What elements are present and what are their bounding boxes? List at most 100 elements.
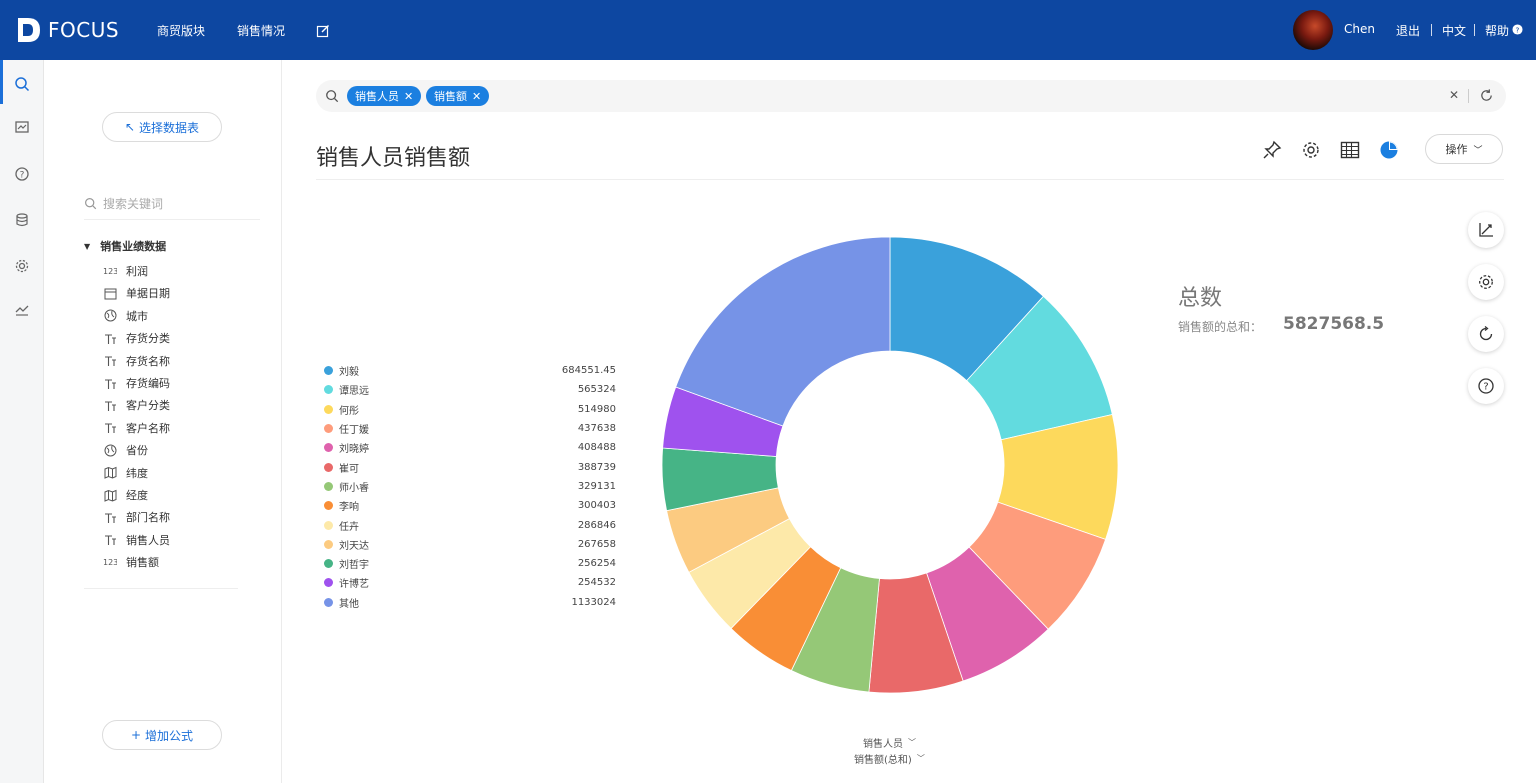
legend-item[interactable]: 刘哲宇 256254 bbox=[324, 554, 624, 573]
summary-title: 总数 bbox=[1178, 286, 1223, 311]
field-item[interactable]: 部门名称 bbox=[102, 507, 170, 527]
refresh-icon[interactable] bbox=[1479, 88, 1494, 106]
gear-icon[interactable] bbox=[12, 256, 32, 276]
legend-item[interactable]: 何彤 514980 bbox=[324, 400, 624, 419]
legend-item[interactable]: 许博艺 254532 bbox=[324, 573, 624, 592]
page-title: 销售人员销售额 bbox=[316, 146, 471, 171]
donut-chart[interactable] bbox=[655, 230, 1125, 700]
field-item[interactable]: 123 利润 bbox=[102, 261, 148, 281]
summary-label: 销售额的总和： bbox=[1178, 320, 1263, 334]
search-chip-sales[interactable]: 销售额 ✕ bbox=[426, 86, 490, 106]
settings-icon[interactable] bbox=[1299, 138, 1323, 162]
legend-item[interactable]: 任卉 286846 bbox=[324, 515, 624, 534]
text-icon bbox=[102, 533, 118, 547]
legend-label: 何彤 bbox=[339, 405, 359, 417]
field-item[interactable]: 客户名称 bbox=[102, 418, 170, 438]
legend-swatch bbox=[324, 539, 333, 549]
field-item[interactable]: 存货分类 bbox=[102, 328, 170, 348]
legend-label: 任丁媛 bbox=[339, 425, 369, 437]
legend-label: 刘毅 bbox=[339, 367, 359, 379]
legend-swatch bbox=[324, 578, 333, 588]
legend-item[interactable]: 任丁媛 437638 bbox=[324, 419, 624, 438]
dashboard-icon[interactable] bbox=[12, 118, 32, 138]
add-formula-button[interactable]: + 增加公式 bbox=[102, 720, 222, 750]
nav-item-sales[interactable]: 销售情况 bbox=[237, 22, 285, 39]
search-chip-salesperson[interactable]: 销售人员 ✕ bbox=[347, 86, 422, 106]
logo-icon bbox=[18, 18, 40, 42]
field-item[interactable]: 单据日期 bbox=[102, 283, 170, 303]
pin-icon[interactable] bbox=[1260, 138, 1284, 162]
field-item[interactable]: 客户分类 bbox=[102, 395, 170, 415]
field-item[interactable]: 经度 bbox=[102, 485, 148, 505]
legend-item[interactable]: 刘天达 267658 bbox=[324, 535, 624, 554]
edit-icon[interactable] bbox=[316, 24, 330, 41]
legend-swatch bbox=[324, 501, 333, 511]
chart-settings-icon[interactable] bbox=[1468, 264, 1504, 300]
tree-group-header[interactable]: ▼ 销售业绩数据 bbox=[84, 238, 166, 254]
search-icon[interactable] bbox=[12, 74, 32, 94]
logout-link[interactable]: 退出 bbox=[1396, 22, 1420, 39]
language-switch[interactable]: 中文 bbox=[1442, 22, 1466, 39]
legend-value: 256254 bbox=[577, 558, 616, 570]
field-item[interactable]: 123 销售额 bbox=[102, 552, 159, 572]
nav-item-trade[interactable]: 商贸版块 bbox=[157, 22, 205, 39]
pie-slice[interactable] bbox=[675, 236, 891, 427]
help-icon[interactable]: ? bbox=[1512, 24, 1523, 38]
legend-label: 刘晓婷 bbox=[339, 444, 369, 456]
search-bar[interactable]: 销售人员 ✕ 销售额 ✕ ✕ bbox=[316, 80, 1506, 112]
reload-icon[interactable] bbox=[1468, 316, 1504, 352]
select-table-button[interactable]: ↖ 选择数据表 bbox=[102, 112, 222, 142]
divider bbox=[1468, 89, 1469, 103]
field-label: 城市 bbox=[126, 309, 148, 323]
field-item[interactable]: 销售人员 bbox=[102, 530, 170, 550]
search-placeholder: 搜索关键词 bbox=[103, 197, 164, 211]
legend-item[interactable]: 崔可 388739 bbox=[324, 457, 624, 476]
help-link[interactable]: 帮助 bbox=[1485, 22, 1509, 39]
data-panel: ↖ 选择数据表 搜索关键词 ▼ 销售业绩数据 123 利润 单据日期城市存货分类存货… bbox=[44, 60, 282, 783]
axis-icon[interactable] bbox=[1468, 212, 1504, 248]
help-circle-icon[interactable]: ? bbox=[1468, 368, 1504, 404]
user-avatar[interactable] bbox=[1293, 10, 1333, 50]
field-label: 存货分类 bbox=[126, 332, 170, 346]
close-icon[interactable]: ✕ bbox=[404, 90, 413, 103]
divider bbox=[1431, 24, 1432, 36]
operate-button[interactable]: 操作 ﹀ bbox=[1425, 134, 1503, 164]
legend-item[interactable]: 李响 300403 bbox=[324, 496, 624, 515]
legend-item[interactable]: 刘晓婷 408488 bbox=[324, 438, 624, 457]
search-icon bbox=[85, 198, 97, 210]
legend-item[interactable]: 师小睿 329131 bbox=[324, 477, 624, 496]
legend-item[interactable]: 其他 1133024 bbox=[324, 593, 624, 612]
legend-item[interactable]: 谭思远 565324 bbox=[324, 380, 624, 399]
top-navbar: FOCUS 商贸版块 销售情况 Chen 退出 中文 帮助 ? bbox=[0, 0, 1536, 60]
chevron-down-icon: ﹀ bbox=[1473, 145, 1483, 156]
arrow-up-left-icon: ↖ bbox=[124, 120, 136, 134]
measure-selector[interactable]: 销售额(总和) ﹀ bbox=[854, 751, 925, 766]
legend-swatch bbox=[324, 481, 333, 491]
legend-value: 286846 bbox=[577, 519, 616, 531]
field-label: 存货名称 bbox=[126, 354, 170, 368]
field-item[interactable]: 省份 bbox=[102, 440, 148, 460]
legend-value: 437638 bbox=[577, 423, 616, 435]
field-label: 省份 bbox=[126, 444, 148, 458]
clear-icon[interactable]: ✕ bbox=[1449, 88, 1459, 102]
focus-logo[interactable]: FOCUS bbox=[16, 16, 119, 44]
table-icon[interactable] bbox=[1338, 138, 1362, 162]
field-item[interactable]: 纬度 bbox=[102, 463, 148, 483]
field-search[interactable]: 搜索关键词 bbox=[84, 188, 260, 220]
close-icon[interactable]: ✕ bbox=[472, 90, 481, 103]
chip-label: 销售人员 bbox=[355, 90, 399, 103]
caret-down-icon: ▼ bbox=[84, 241, 91, 251]
field-item[interactable]: 城市 bbox=[102, 306, 148, 326]
user-name[interactable]: Chen bbox=[1344, 22, 1375, 36]
legend-label: 崔可 bbox=[339, 463, 359, 475]
dimension-selector[interactable]: 销售人员 ﹀ bbox=[863, 735, 916, 750]
svg-text:123: 123 bbox=[103, 558, 117, 567]
trend-icon[interactable] bbox=[12, 300, 32, 320]
svg-text:?: ? bbox=[1516, 25, 1520, 34]
question-icon[interactable]: ? bbox=[12, 164, 32, 184]
field-item[interactable]: 存货名称 bbox=[102, 351, 170, 371]
legend-item[interactable]: 刘毅 684551.45 bbox=[324, 361, 624, 380]
database-icon[interactable] bbox=[12, 210, 32, 230]
pie-chart-icon[interactable] bbox=[1377, 138, 1401, 162]
field-item[interactable]: 存货编码 bbox=[102, 373, 170, 393]
